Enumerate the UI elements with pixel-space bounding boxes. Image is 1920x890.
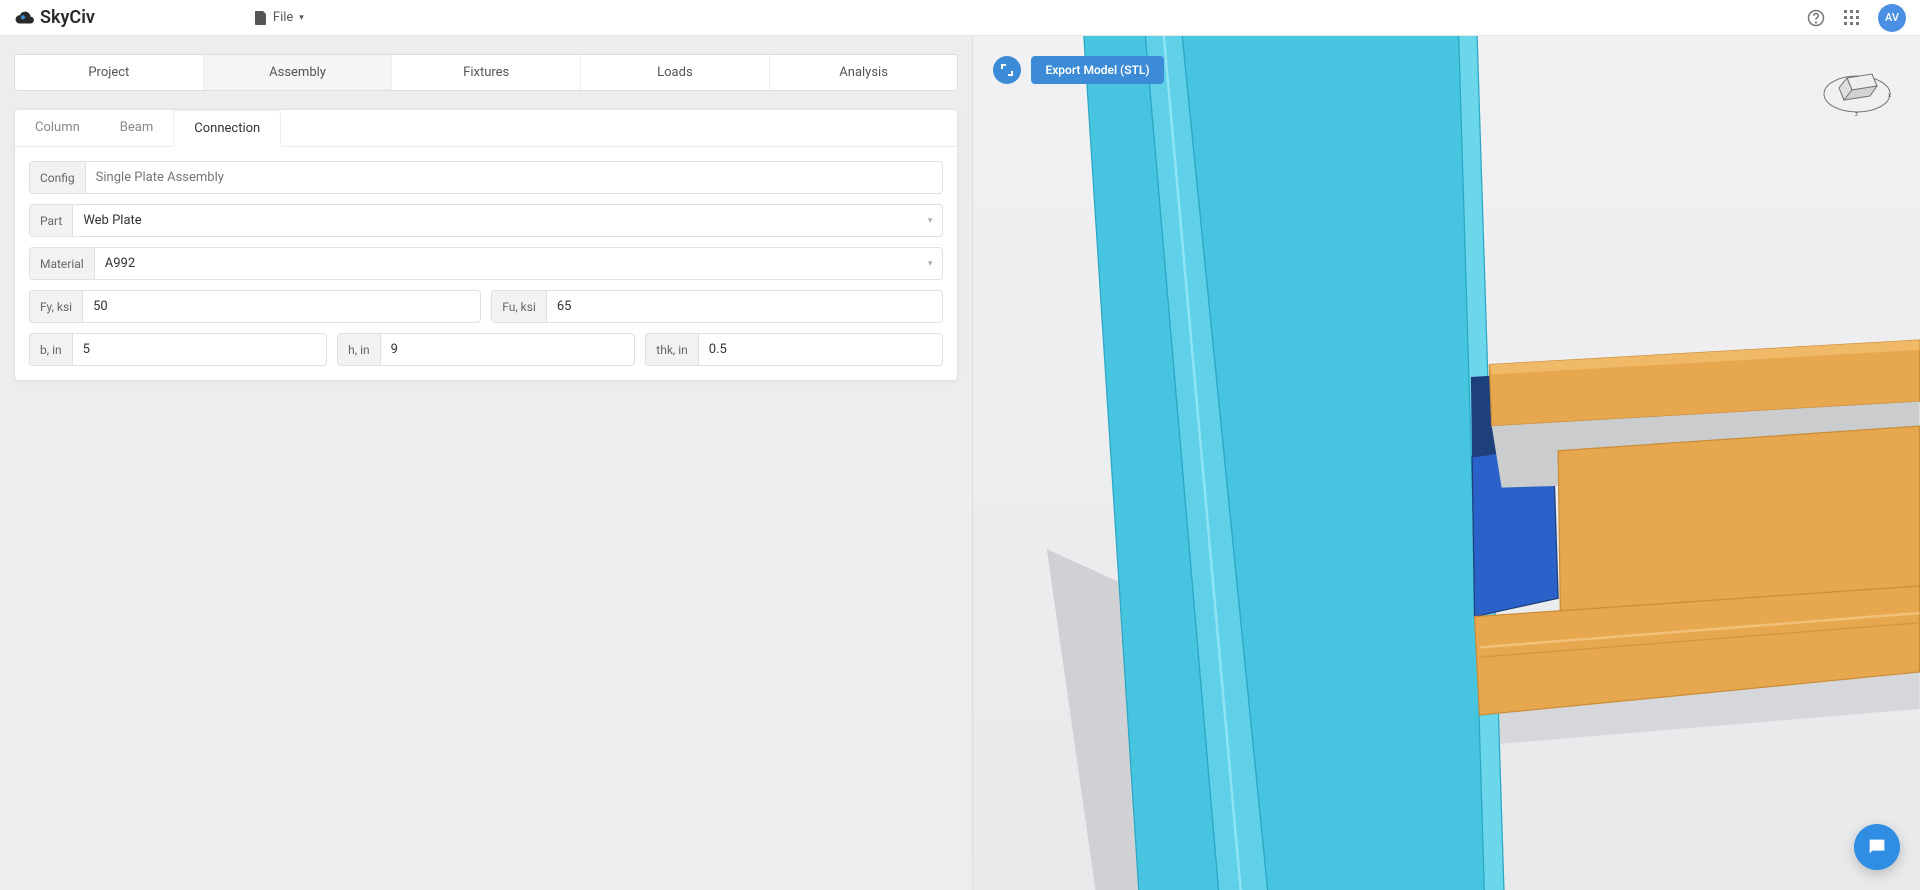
main-tabs: Project Assembly Fixtures Loads Analysis: [14, 54, 958, 91]
avatar[interactable]: AV: [1878, 4, 1906, 32]
b-input[interactable]: [73, 334, 327, 365]
config-field: Config: [29, 161, 943, 194]
h-label: h, in: [338, 334, 381, 365]
chevron-down-icon: ▾: [918, 205, 943, 236]
subtab-beam[interactable]: Beam: [100, 110, 173, 146]
left-pane: Project Assembly Fixtures Loads Analysis…: [0, 36, 973, 890]
part-label: Part: [30, 205, 73, 236]
assembly-panel: Column Beam Connection Config Part Web P…: [14, 109, 958, 381]
subtab-connection[interactable]: Connection: [173, 110, 281, 147]
material-field[interactable]: Material A992 ▾: [29, 247, 943, 280]
connection-form: Config Part Web Plate ▾ Material A992: [15, 147, 957, 380]
export-model-button[interactable]: Export Model (STL): [1031, 56, 1163, 84]
chat-icon: [1866, 836, 1888, 858]
thk-label: thk, in: [646, 334, 699, 365]
material-label: Material: [30, 248, 95, 279]
file-menu-label: File: [273, 10, 293, 25]
viewport-controls: Export Model (STL): [993, 56, 1163, 84]
tab-project[interactable]: Project: [15, 55, 204, 90]
topbar-right: AV: [1806, 4, 1906, 32]
svg-text:x: x: [1888, 92, 1891, 99]
main-area: Project Assembly Fixtures Loads Analysis…: [0, 36, 1920, 890]
chevron-down-icon: ▾: [299, 13, 304, 23]
thk-input[interactable]: [699, 334, 943, 365]
expand-viewport-button[interactable]: [993, 56, 1021, 84]
tab-assembly[interactable]: Assembly: [204, 55, 393, 90]
subtab-column[interactable]: Column: [15, 110, 100, 146]
tab-fixtures[interactable]: Fixtures: [392, 55, 581, 90]
file-icon: [255, 11, 267, 25]
cloud-logo-icon: [14, 7, 36, 29]
brand-logo: SkyCiv: [14, 7, 95, 29]
sub-tabs: Column Beam Connection: [15, 110, 957, 147]
brand-name: SkyCiv: [40, 7, 95, 28]
b-field: b, in: [29, 333, 327, 366]
3d-viewport[interactable]: Export Model (STL) x z: [973, 36, 1920, 890]
apps-grid-icon[interactable]: [1842, 8, 1862, 28]
fu-label: Fu, ksi: [492, 291, 547, 322]
fu-field: Fu, ksi: [491, 290, 943, 323]
fu-input[interactable]: [547, 291, 943, 322]
fy-label: Fy, ksi: [30, 291, 83, 322]
part-field[interactable]: Part Web Plate ▾: [29, 204, 943, 237]
material-select[interactable]: A992: [95, 248, 918, 279]
h-field: h, in: [337, 333, 635, 366]
part-select[interactable]: Web Plate: [73, 205, 918, 236]
orientation-cube[interactable]: x z: [1822, 64, 1892, 118]
config-input[interactable]: [86, 162, 943, 193]
chat-button[interactable]: [1854, 824, 1900, 870]
chevron-down-icon: ▾: [918, 248, 943, 279]
config-label: Config: [30, 162, 86, 193]
expand-icon: [1001, 64, 1013, 76]
file-menu[interactable]: File ▾: [255, 10, 304, 25]
topbar: SkyCiv File ▾ AV: [0, 0, 1920, 36]
thk-field: thk, in: [645, 333, 943, 366]
fy-input[interactable]: [83, 291, 480, 322]
h-input[interactable]: [381, 334, 635, 365]
fy-field: Fy, ksi: [29, 290, 481, 323]
svg-text:z: z: [1855, 111, 1858, 118]
tab-analysis[interactable]: Analysis: [770, 55, 958, 90]
help-icon[interactable]: [1806, 8, 1826, 28]
b-label: b, in: [30, 334, 73, 365]
right-pane: Export Model (STL) x z: [973, 36, 1920, 890]
tab-loads[interactable]: Loads: [581, 55, 770, 90]
model-render: [973, 36, 1920, 890]
